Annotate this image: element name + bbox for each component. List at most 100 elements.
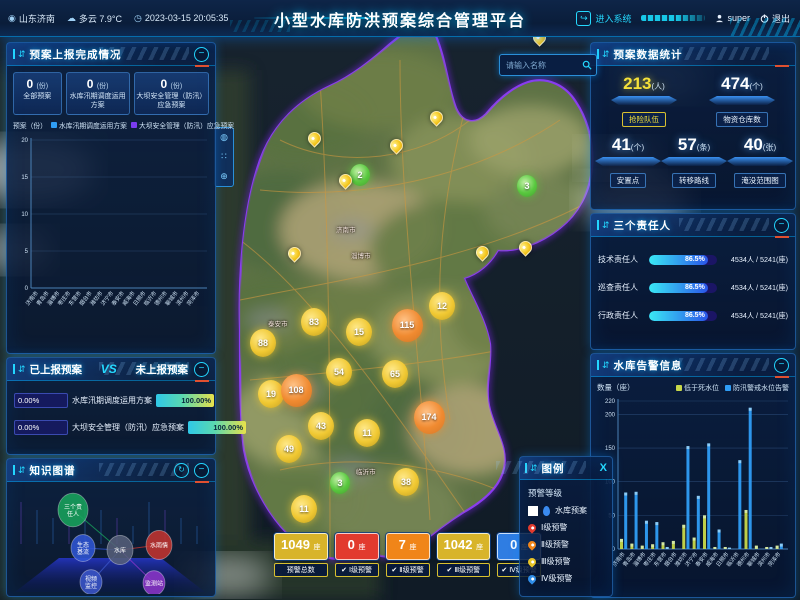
reservoir-cluster-marker[interactable]: 49 [276,435,302,463]
kg-node[interactable]: 水雨情 [146,530,172,559]
map-legend-item[interactable]: Ⅲ级预警 [528,556,604,567]
reservoir-cluster-marker[interactable]: 174 [414,401,445,434]
panel-plan-report-title: 预案上报完成情况 [30,47,122,62]
reservoir-cluster-marker[interactable]: 43 [308,412,334,440]
panel-vs: ⇵ 已上报预案 VS 未上报预案 − 0.00% 水库汛期调度运用方案 100.… [6,357,216,455]
header-progress-decor [641,15,705,21]
badge-toggle[interactable]: 预警总数 [274,563,328,577]
header-red-tick [775,236,789,238]
plan-card-value: 0 (份) [68,77,128,91]
badge-toggle[interactable]: ✔Ⅰ级预警 [335,563,379,577]
plan-data-stat: 41(个) 安置点 [595,135,661,188]
reservoir-cluster-marker[interactable]: 3 [517,175,537,197]
map-tool-cluster-icon[interactable]: ∷ [221,152,227,161]
plan-stats-row1: 213(人) 抢险队伍474(个) 物资仓库数 [591,66,795,127]
reservoir-cluster-marker[interactable]: 83 [301,308,327,336]
map-legend-header: ⇵ 图例 X [520,457,612,480]
reservoir-cluster-marker[interactable]: 2 [350,164,370,186]
responsible-progressbar: 86.5% [649,283,717,293]
search-input[interactable] [504,60,582,71]
map-legend-item-label: Ⅳ级预警 [541,573,572,584]
minimize-icon[interactable]: − [774,218,789,233]
warning-badge: 7 座 ✔Ⅱ级预警 [386,533,430,577]
reservoir-cluster-marker[interactable]: 15 [346,318,372,346]
svg-text:200: 200 [605,412,616,418]
panel-responsible: ⇵ 三个责任人 − 技术责任人 86.5% 4534人 / 5241(座)巡查责… [590,213,796,350]
reservoir-cluster-marker[interactable]: 38 [393,468,419,496]
check-icon: ✔ [341,566,347,574]
reservoir-cluster-marker[interactable]: 11 [354,419,380,447]
reservoir-cluster-marker[interactable]: 3 [330,472,350,494]
minimize-icon[interactable]: − [774,358,789,373]
map-legend-item-label: Ⅱ级预警 [541,539,569,550]
reservoir-cluster-marker[interactable]: 108 [281,374,312,407]
map-legend-title: 图例 [542,461,565,476]
map-legend-item[interactable]: Ⅰ级预警 [528,522,604,533]
checkbox-icon[interactable] [528,506,538,516]
map-legend-item[interactable]: 水库预案 [528,505,604,516]
map-legend-items: 水库预案 Ⅰ级预警 Ⅱ级预警 Ⅲ级预警 Ⅳ级预警 [528,505,604,584]
kg-node[interactable]: 水库 [107,535,133,564]
panel-icon: ⇵ [13,465,26,475]
dashboard-root: 济南市淄博市泰安市临沂市2331215838854651943114938111… [0,0,800,600]
responsible-label: 巡查责任人 [598,282,644,293]
panel-plan-report: ⇵ 预案上报完成情况 − 0 (份) 全部预案0 (份) 水库汛期调度运用方案0… [6,42,216,354]
legend-swatch [725,385,731,391]
panel-icon: ⇵ [13,364,26,374]
svg-text:10: 10 [21,212,28,218]
clock-icon: ◷ [134,13,142,24]
map-legend-item[interactable]: Ⅳ级预警 [528,573,604,584]
stat-label: 物资仓库数 [716,112,768,127]
reservoir-cluster-marker[interactable]: 11 [291,495,317,523]
reservoir-cluster-marker[interactable]: 12 [429,292,455,320]
plan-legend-items: 水库汛期调度运用方案大坝安全管理（防汛）应急预案 [51,120,234,130]
legend-item[interactable]: 水库汛期调度运用方案 [51,120,127,130]
weather-text: 多云 7.9°C [79,12,122,25]
search-icon[interactable] [582,60,592,70]
kg-node[interactable]: 监测站 [143,571,165,594]
map-legend-item-label: Ⅰ级预警 [541,522,567,533]
alarm-meta-row: 数量（座） 低于死水位防汛警戒水位告警 [591,377,795,393]
responsible-progressbar: 86.5% [649,311,717,321]
plan-chart-legend: 预案（份） 水库汛期调度运用方案大坝安全管理（防汛）应急预案 [7,118,215,130]
kg-node[interactable]: 三个责任人 [58,493,88,527]
reservoir-cluster-marker[interactable]: 19 [258,380,284,408]
vs-row-label: 大坝安全管理（防汛）应急预案 [72,422,184,433]
svg-text:水库: 水库 [114,547,126,555]
minimize-icon[interactable]: − [194,47,209,62]
check-icon: ✔ [446,566,452,574]
map-legend-item[interactable]: Ⅱ级预警 [528,539,604,550]
refresh-icon[interactable]: ↻ [174,463,189,478]
enter-system-button[interactable]: ↪ 进入系统 [576,11,631,26]
reservoir-cluster-marker[interactable]: 115 [392,309,423,342]
location-text: 山东济南 [19,12,55,25]
map-search-box [499,54,597,76]
map-tool-layers-icon[interactable]: ◍ [220,133,228,142]
minimize-icon[interactable]: − [194,463,209,478]
knowledge-graph-canvas[interactable]: 三个责任人生态基流 水库 水雨情视频监控 监测站 [7,482,213,594]
minimize-icon[interactable]: − [194,362,209,377]
panel-alarm-header: ⇵ 水库告警信息 − [591,354,795,377]
responsible-progressbar: 86.5% [649,255,717,265]
svg-text:水雨情: 水雨情 [150,542,168,550]
stat-label: 转移路线 [672,173,716,188]
legend-item[interactable]: 大坝安全管理（防汛）应急预案 [131,120,234,130]
alarm-legend-item[interactable]: 低于死水位 [676,383,719,393]
reservoir-cluster-marker[interactable]: 88 [250,329,276,357]
stat-value: 474(个) [709,74,775,94]
svg-text:任人: 任人 [67,510,79,518]
level-marker-icon [526,522,537,533]
reservoir-cluster-marker[interactable]: 54 [326,358,352,386]
map-tool-locate-icon[interactable]: ⊕ [220,172,228,181]
alarm-ylabel: 数量（座） [597,382,635,393]
reservoir-cluster-marker[interactable]: 65 [382,360,408,388]
stat-value: 57(条) [661,135,727,155]
alarm-legend-item[interactable]: 防汛警戒水位告警 [725,383,789,393]
kg-node[interactable]: 生态基流 [71,535,95,562]
badge-toggle[interactable]: ✔Ⅱ级预警 [386,563,430,577]
kg-node[interactable]: 视频监控 [80,570,102,594]
map-legend-body: 预警等级 水库预案 Ⅰ级预警 Ⅱ级预警 Ⅲ级预警 Ⅳ级预警 [520,480,612,588]
close-icon[interactable]: X [600,462,607,474]
badge-toggle[interactable]: ✔Ⅲ级预警 [437,563,491,577]
stat-label: 淹没范围图 [734,173,786,188]
